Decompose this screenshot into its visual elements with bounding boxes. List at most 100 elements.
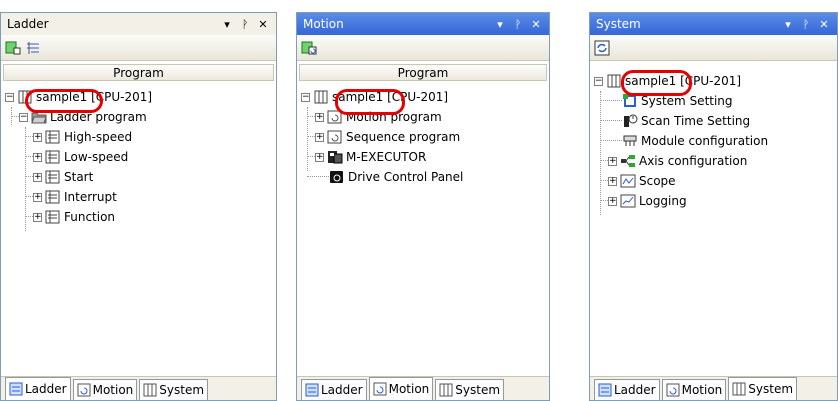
column-header-program: Program xyxy=(3,64,274,81)
motion-icon xyxy=(373,382,387,396)
ladder-view-icon[interactable] xyxy=(25,40,41,56)
tree-item-axis-configuration[interactable]: + Axis configuration xyxy=(608,151,747,171)
expand-icon[interactable]: + xyxy=(33,132,42,142)
expand-icon[interactable]: + xyxy=(33,152,42,162)
item-label: Axis configuration xyxy=(639,154,748,168)
system-tree: − sample1 [CPU-201] System Setting Scan … xyxy=(590,67,837,367)
program-folder-icon xyxy=(45,150,61,164)
item-label: Module configuration xyxy=(641,134,769,148)
tab-bar: Ladder Motion System xyxy=(297,376,549,400)
column-header-program: Program xyxy=(299,64,547,81)
ladder-titlebar: Ladder ▾ ᚹ ✕ xyxy=(1,13,276,35)
tab-label: System xyxy=(159,383,205,397)
item-label: Logging xyxy=(639,194,687,208)
pin-icon[interactable]: ᚹ xyxy=(238,18,252,31)
refresh-icon[interactable] xyxy=(594,40,610,56)
tree-item-start[interactable]: + Start xyxy=(33,167,93,187)
drive-panel-icon xyxy=(329,170,345,184)
item-label: Start xyxy=(64,170,94,184)
ladder-icon xyxy=(9,382,23,396)
tree-item-logging[interactable]: + Logging xyxy=(608,191,687,211)
panel-title: System xyxy=(596,17,641,31)
tree-item-low-speed[interactable]: + Low-speed xyxy=(33,147,128,167)
expand-icon[interactable]: + xyxy=(608,176,617,186)
scan-time-icon xyxy=(622,114,638,128)
expand-icon[interactable]: + xyxy=(33,192,42,202)
tree-item-scan-time-setting[interactable]: Scan Time Setting xyxy=(622,111,750,131)
tab-system[interactable]: System xyxy=(728,377,798,400)
expand-icon[interactable]: + xyxy=(315,132,324,142)
program-folder-icon xyxy=(45,210,61,224)
ladder-icon xyxy=(305,383,319,397)
tab-ladder[interactable]: Ladder xyxy=(301,379,367,400)
collapse-icon[interactable]: − xyxy=(594,76,603,86)
tab-label: Ladder xyxy=(25,382,67,396)
module-icon xyxy=(622,134,638,148)
collapse-icon[interactable]: − xyxy=(301,92,310,102)
collapse-icon[interactable]: − xyxy=(19,112,28,122)
ladder-program-tree: − sample1 [CPU-201] − Ladder program + H… xyxy=(1,83,276,383)
tab-label: System xyxy=(455,383,501,397)
tab-system[interactable]: System xyxy=(139,379,209,400)
expand-icon[interactable]: + xyxy=(608,196,617,206)
item-label: High-speed xyxy=(64,130,133,144)
new-program-icon[interactable] xyxy=(5,40,21,56)
tab-motion[interactable]: Motion xyxy=(368,377,434,400)
expand-icon[interactable]: + xyxy=(315,112,324,122)
axis-icon xyxy=(620,154,636,168)
item-label: Scope xyxy=(639,174,676,188)
tab-motion[interactable]: Motion xyxy=(661,379,727,400)
tree-item-module-configuration[interactable]: Module configuration xyxy=(622,131,768,151)
item-label: M-EXECUTOR xyxy=(346,150,427,164)
tree-item-interrupt[interactable]: + Interrupt xyxy=(33,187,117,207)
dropdown-icon[interactable]: ▾ xyxy=(781,18,795,31)
expand-icon[interactable]: + xyxy=(315,152,324,162)
system-icon xyxy=(732,382,746,396)
expand-icon[interactable]: + xyxy=(33,172,42,182)
highlight-ring xyxy=(621,70,692,96)
motion-toolbar xyxy=(297,35,549,61)
panel-title: Ladder xyxy=(7,17,49,31)
cpu-icon xyxy=(606,74,622,88)
motion-panel: Motion ▾ ᚹ ✕ Program − sample1 [CPU-201]… xyxy=(296,12,550,401)
system-icon xyxy=(143,383,157,397)
ladder-icon xyxy=(598,383,612,397)
tab-motion[interactable]: Motion xyxy=(72,379,138,400)
executor-icon xyxy=(327,150,343,164)
system-setting-icon xyxy=(622,94,638,108)
tree-item-scope[interactable]: + Scope xyxy=(608,171,676,191)
tree-item-drive-control-panel[interactable]: Drive Control Panel xyxy=(329,167,463,187)
tab-ladder[interactable]: Ladder xyxy=(594,379,660,400)
collapse-icon[interactable]: − xyxy=(5,92,14,102)
tree-item-function[interactable]: + Function xyxy=(33,207,115,227)
dropdown-icon[interactable]: ▾ xyxy=(220,18,234,31)
tab-label: Motion xyxy=(681,383,723,397)
tree-item-m-executor[interactable]: + M-EXECUTOR xyxy=(315,147,426,167)
item-label: Interrupt xyxy=(64,190,117,204)
program-folder-icon xyxy=(45,130,61,144)
expand-icon[interactable]: + xyxy=(33,212,42,222)
panel-title: Motion xyxy=(303,17,344,31)
expand-icon[interactable]: + xyxy=(608,156,617,166)
tab-label: Ladder xyxy=(614,383,656,397)
tab-system[interactable]: System xyxy=(435,379,505,400)
pin-icon[interactable]: ᚹ xyxy=(511,18,525,31)
close-icon[interactable]: ✕ xyxy=(817,18,831,31)
item-label: System Setting xyxy=(641,94,733,108)
system-titlebar: System ▾ ᚹ ✕ xyxy=(590,13,837,35)
dropdown-icon[interactable]: ▾ xyxy=(493,18,507,31)
cpu-icon xyxy=(313,90,329,104)
tree-item-sequence-program[interactable]: + Sequence program xyxy=(315,127,460,147)
motion-icon xyxy=(77,383,91,397)
tree-item-high-speed[interactable]: + High-speed xyxy=(33,127,132,147)
close-icon[interactable]: ✕ xyxy=(256,18,270,31)
tab-label: System xyxy=(748,382,794,396)
new-motion-program-icon[interactable] xyxy=(301,40,317,56)
tab-ladder[interactable]: Ladder xyxy=(5,377,71,400)
item-label: Scan Time Setting xyxy=(641,114,751,128)
logging-icon xyxy=(620,194,636,208)
motion-icon xyxy=(666,383,680,397)
ladder-panel: Ladder ▾ ᚹ ✕ Program − sample1 [CPU-201]… xyxy=(0,12,277,401)
pin-icon[interactable]: ᚹ xyxy=(799,18,813,31)
close-icon[interactable]: ✕ xyxy=(529,18,543,31)
